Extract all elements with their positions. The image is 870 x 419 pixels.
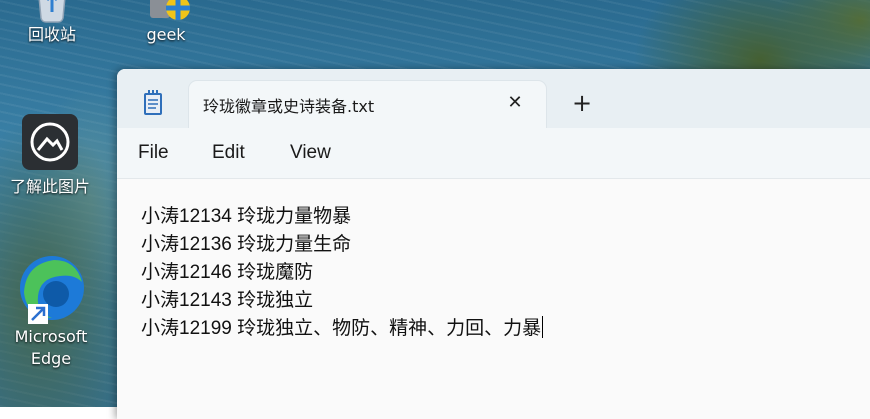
title-bar: 玲珑徽章或史诗装备.txt ✕ + [117, 69, 870, 128]
close-icon[interactable]: ✕ [503, 91, 527, 115]
notepad-window: 玲珑徽章或史诗装备.txt ✕ + File Edit View 小涛12134… [117, 69, 870, 419]
menu-view[interactable]: View [290, 142, 331, 164]
text-line: 小涛12199 玲珑独立、物防、精神、力回、力暴 [141, 315, 544, 343]
line-text: 小涛12143 玲珑独立 [141, 290, 314, 311]
menu-bar: File Edit View [117, 128, 870, 179]
text-line: 小涛12143 玲珑独立 [141, 287, 313, 315]
text-editor[interactable]: 小涛12134 玲珑力量物暴 小涛12136 玲珑力量生命 小涛12146 玲珑… [117, 179, 870, 419]
edge-label-line2: Edge [30, 349, 72, 368]
edge-label-line1: Microsoft [14, 327, 88, 346]
recycle-bin-icon [38, 0, 66, 23]
text-caret [542, 316, 544, 338]
camera-icon [22, 114, 78, 170]
desktop-icon-recycle-bin[interactable]: 回收站 [2, 0, 102, 46]
menu-edit[interactable]: Edit [212, 142, 245, 164]
text-line: 小涛12146 玲珑魔防 [141, 259, 313, 287]
menu-file[interactable]: File [138, 142, 169, 164]
text-line: 小涛12134 玲珑力量物暴 [141, 203, 351, 231]
line-text: 小涛12199 玲珑独立、物防、精神、力回、力暴 [141, 318, 542, 339]
geek-app-icon [150, 0, 190, 20]
plus-icon[interactable]: + [570, 91, 594, 115]
geek-label: geek [146, 25, 186, 44]
desktop-icon-microsoft-edge[interactable]: Microsoft Edge [1, 252, 101, 370]
line-text: 小涛12146 玲珑魔防 [141, 262, 314, 283]
notepad-icon [144, 90, 162, 115]
tab-title: 玲珑徽章或史诗装备.txt [203, 97, 375, 116]
edge-icon [20, 256, 84, 324]
line-text: 小涛12134 玲珑力量物暴 [141, 206, 352, 227]
recycle-bin-label: 回收站 [27, 25, 76, 44]
desktop-icon-learn-about-picture[interactable]: 了解此图片 [0, 112, 100, 198]
desktop-icon-geek[interactable]: geek [116, 0, 216, 46]
line-text: 小涛12136 玲珑力量生命 [141, 234, 352, 255]
text-line: 小涛12136 玲珑力量生命 [141, 231, 351, 259]
learn-about-picture-label: 了解此图片 [9, 177, 90, 196]
tab-active-file[interactable]: 玲珑徽章或史诗装备.txt ✕ [189, 81, 546, 128]
